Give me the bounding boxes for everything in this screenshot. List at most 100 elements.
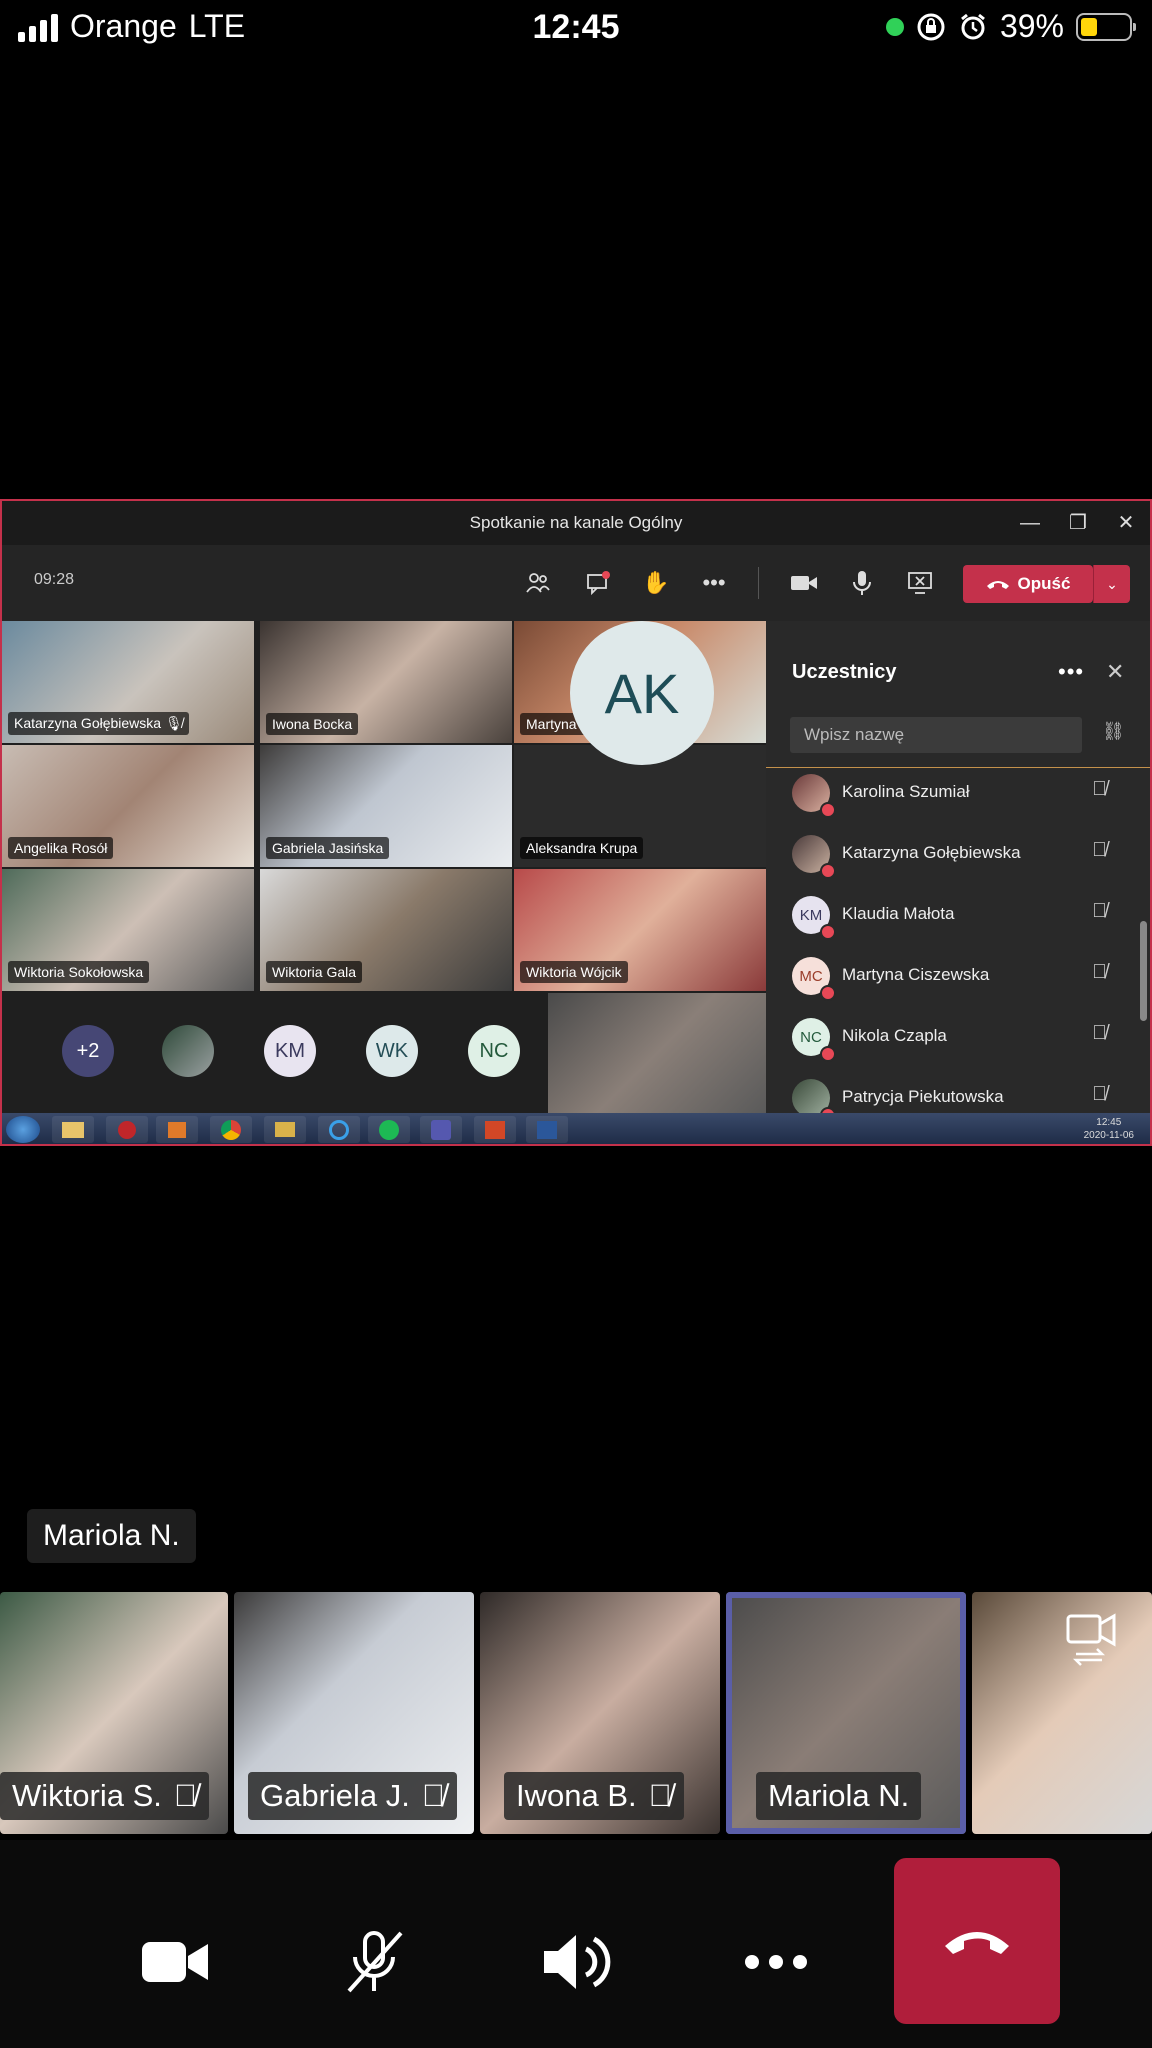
participant-search-input[interactable] [790,717,1082,753]
overflow-participants: +2 KM WK NC [2,993,548,1113]
close-window-icon[interactable]: ✕ [1102,501,1150,545]
share-link-icon[interactable]: ⛓ [1102,721,1125,742]
muted-mic-icon: 🎙̸ [1092,778,1107,800]
status-bar: Orange LTE 12:45 39% [0,0,1152,58]
tile-name: Angelika Rosół [8,837,114,859]
leave-label: Opuść [1017,574,1071,593]
phone-hangup-icon [945,1932,1009,1954]
file-explorer-icon[interactable] [52,1116,94,1143]
participant-row[interactable]: MC Martyna Ciszewska 🎙̸ [766,951,1150,1011]
muted-mic-icon: 🎙̸ [1092,961,1107,983]
stop-sharing-icon[interactable] [900,563,940,603]
self-view-tile[interactable] [972,1592,1152,1834]
participant-row[interactable]: KM Klaudia Małota 🎙̸ [766,890,1150,950]
battery-percent: 39% [999,8,1064,44]
video-tile[interactable]: Wiktoria Sokołowska [2,869,254,991]
minimize-icon[interactable]: — [1006,501,1054,545]
participant-avatar-large: AK [570,621,714,765]
muted-mic-icon: 🎙̸ [1092,839,1107,861]
muted-mic-icon: 🎙̸ [648,1778,672,1813]
status-dot [820,985,836,1001]
taskbar-clock: 12:45 2020-11-06 [1084,1116,1134,1142]
microphone-icon[interactable] [842,563,882,603]
media-player-icon[interactable] [156,1116,198,1143]
strip-tile-label: Gabriela J. 🎙̸ [248,1772,458,1820]
participant-list-scrollbar[interactable] [1140,921,1147,1021]
more-options-icon[interactable] [726,1922,826,2002]
status-right: 39% [885,8,1136,45]
participant-row[interactable]: Katarzyna Gołębiewska 🎙̸ [766,829,1150,889]
participant-name: Klaudia Małota [842,904,955,923]
speaker-icon[interactable] [526,1922,626,2002]
panel-close-icon[interactable]: ✕ [1106,659,1124,685]
word-icon[interactable] [526,1116,568,1143]
muted-mic-icon: 🎙︎̸ [164,715,183,731]
leave-button[interactable]: Opuść [963,565,1093,603]
video-tile[interactable]: Wiktoria Gala [260,869,512,991]
internet-explorer-icon[interactable] [318,1116,360,1143]
participant-list: Karolina Szumiał 🎙̸ Katarzyna Gołębiewsk… [766,767,1150,1114]
teams-icon[interactable] [420,1116,462,1143]
raise-hand-icon[interactable]: ✋ [636,563,676,603]
tile-name: Wiktoria Sokołowska [8,961,150,983]
phone-hangup-icon [986,581,1009,589]
strip-tile[interactable]: Iwona B. 🎙̸ [480,1592,720,1834]
participant-name: Nikola Czapla [842,1026,947,1045]
status-dot [820,802,836,818]
video-tile[interactable]: Iwona Bocka [260,621,512,743]
muted-mic-icon: 🎙̸ [1092,1083,1107,1105]
participant-name: Patrycja Piekutowska [842,1087,1004,1106]
windows-taskbar: 12:45 2020-11-06 [2,1113,1150,1144]
tile-name: Gabriela Jasińska [266,837,390,859]
chat-icon[interactable] [578,563,618,603]
meeting-timer: 09:28 [34,571,75,588]
video-tile[interactable]: Wiktoria Wójcik [514,869,766,991]
avatar [162,1025,214,1077]
camera-icon[interactable] [784,563,824,603]
muted-mic-icon: 🎙̸ [421,1778,446,1813]
restore-icon[interactable]: ❐ [1054,501,1102,545]
presenter-video[interactable] [548,993,766,1113]
muted-mic-icon: 🎙̸ [1092,1022,1107,1044]
muted-mic-icon: 🎙̸ [173,1778,198,1813]
app-icon[interactable] [106,1116,148,1143]
strip-tile[interactable]: Wiktoria S. 🎙̸ [0,1592,228,1834]
avatar: KM [264,1025,316,1077]
participants-icon[interactable] [518,563,558,603]
folder-icon[interactable] [264,1116,306,1143]
participant-name: Katarzyna Gołębiewska [842,843,1021,862]
window-titlebar: Spotkanie na kanale Ogólny — ❐ ✕ [2,501,1150,545]
more-participants-badge[interactable]: +2 [62,1025,114,1077]
mute-toggle-icon[interactable] [324,1922,424,2002]
video-tile[interactable]: Angelika Rosół [2,745,254,867]
hang-up-button[interactable] [894,1858,1060,2024]
strip-tile-active[interactable]: Mariola N. [726,1592,966,1834]
participant-row[interactable]: NC Nikola Czapla 🎙̸ [766,1012,1150,1072]
participant-name: Martyna Ciszewska [842,965,990,984]
active-speaker-label: Mariola N. [27,1509,196,1563]
switch-camera-icon[interactable] [1062,1606,1122,1666]
status-dot [820,1046,836,1062]
strip-tile-label: Wiktoria S. 🎙̸ [0,1772,210,1820]
spotify-icon[interactable] [368,1116,410,1143]
participant-row[interactable]: Patrycja Piekutowska 🎙̸ [766,1073,1150,1114]
video-toggle-icon[interactable] [126,1922,226,2002]
shared-screen: Spotkanie na kanale Ogólny — ❐ ✕ 09:28 ✋… [0,499,1152,1146]
strip-tile-label: Mariola N. [756,1772,922,1820]
video-tile[interactable]: Katarzyna Gołębiewska 🎙︎̸ [2,621,254,743]
strip-tile[interactable]: Gabriela J. 🎙̸ [234,1592,474,1834]
panel-more-icon[interactable]: ••• [1058,659,1084,685]
avatar: WK [366,1025,418,1077]
start-button-icon[interactable] [6,1116,40,1143]
tile-name: Wiktoria Gala [266,961,363,983]
more-actions-icon[interactable]: ••• [694,563,734,603]
chrome-icon[interactable] [210,1116,252,1143]
participant-row[interactable]: Karolina Szumiał 🎙̸ [766,768,1150,828]
rotation-lock-icon [917,13,945,40]
leave-options-chevron-icon[interactable]: ⌄ [1093,565,1130,603]
meeting-toolbar: 09:28 ✋ ••• Opuść ⌄ [2,545,1150,621]
taskbar-date: 2020-11-06 [1083,1130,1134,1141]
powerpoint-icon[interactable] [474,1116,516,1143]
video-tile[interactable]: Gabriela Jasińska [260,745,512,867]
toolbar-divider [758,567,759,599]
